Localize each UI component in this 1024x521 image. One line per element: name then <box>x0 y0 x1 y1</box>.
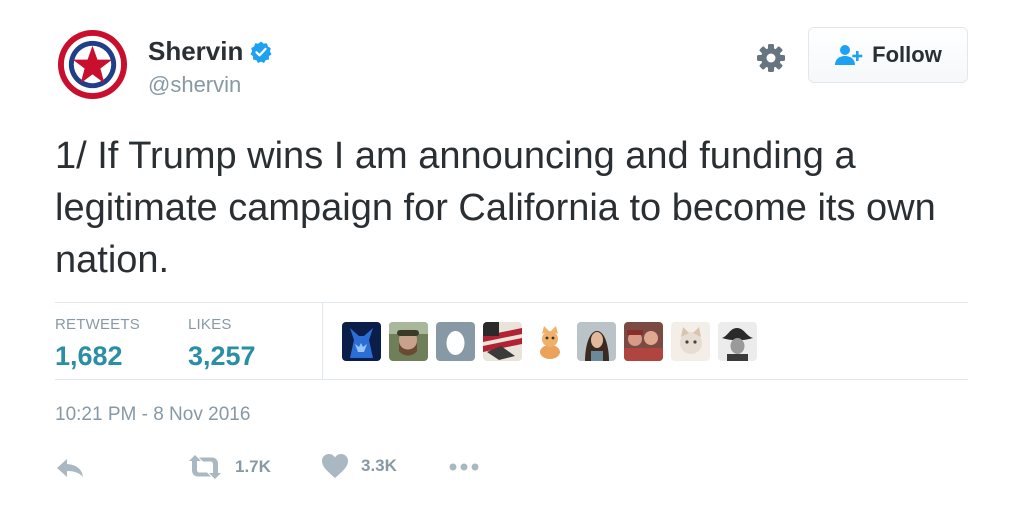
divider <box>322 302 323 379</box>
like-count: 3.3K <box>361 456 397 475</box>
reply-button[interactable] <box>55 457 85 479</box>
man-beard-avatar-icon[interactable] <box>389 322 428 361</box>
verified-badge-icon <box>250 41 272 63</box>
tweet-text: 1/ If Trump wins I am announcing and fun… <box>55 135 936 281</box>
kitten-avatar-icon[interactable] <box>530 322 569 361</box>
gear-icon[interactable] <box>755 42 787 74</box>
more-icon <box>449 463 479 471</box>
follow-label: Follow <box>872 42 942 67</box>
cowboy-avatar-icon[interactable] <box>718 322 757 361</box>
divider <box>55 379 968 380</box>
avatar[interactable] <box>57 29 128 100</box>
follow-button[interactable]: Follow <box>808 27 968 83</box>
cat-avatar-icon[interactable] <box>671 322 710 361</box>
retweets-stat[interactable]: RETWEETS 1,682 <box>55 316 140 372</box>
group-avatar-icon[interactable] <box>624 322 663 361</box>
more-button[interactable] <box>449 463 479 471</box>
user-name-row: Shervin <box>148 36 273 67</box>
likes-label: LIKES <box>188 316 232 333</box>
retweet-icon <box>189 455 221 479</box>
likes-count: 3,257 <box>188 341 256 371</box>
wolf-avatar-icon[interactable] <box>342 322 381 361</box>
add-user-icon <box>835 45 863 65</box>
retweets-count: 1,682 <box>55 341 123 371</box>
reply-icon <box>57 459 83 477</box>
likers-list <box>342 322 757 361</box>
retweets-label: RETWEETS <box>55 316 140 333</box>
woman-avatar-icon[interactable] <box>577 322 616 361</box>
likes-stat[interactable]: LIKES 3,257 <box>188 316 256 372</box>
retweet-count: 1.7K <box>235 457 271 476</box>
divider <box>55 302 968 303</box>
heart-icon <box>322 454 348 478</box>
star-roundel-avatar-icon <box>57 29 128 100</box>
flag-avatar-icon[interactable] <box>483 322 522 361</box>
retweet-button[interactable]: 1.7K <box>187 453 271 481</box>
like-button[interactable]: 3.3K <box>321 453 397 479</box>
user-handle[interactable]: @shervin <box>148 72 241 98</box>
tweet-timestamp[interactable]: 10:21 PM - 8 Nov 2016 <box>55 404 250 426</box>
default-egg-avatar-icon[interactable] <box>436 322 475 361</box>
display-name[interactable]: Shervin <box>148 36 243 67</box>
